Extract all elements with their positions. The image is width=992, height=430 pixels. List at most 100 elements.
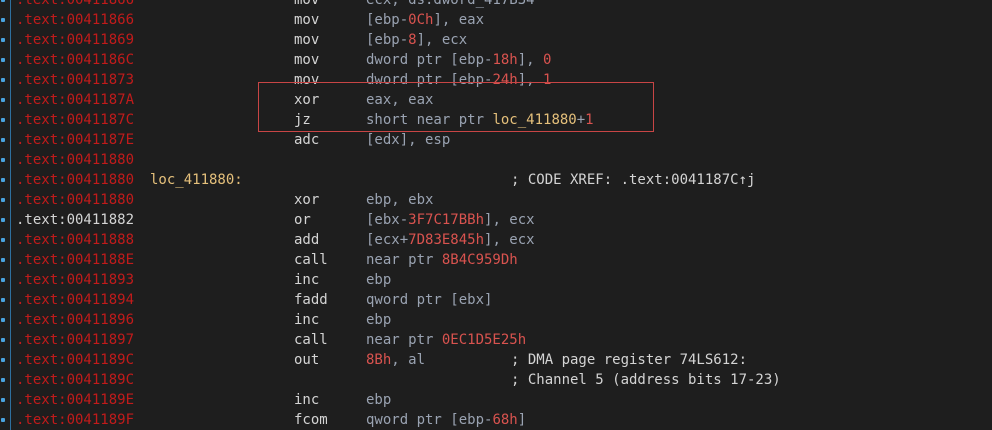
address[interactable]: .text:00411893 xyxy=(16,270,134,290)
breakpoint-dot-icon[interactable] xyxy=(1,0,5,2)
listing-row[interactable]: .text:0041189E inc ebp xyxy=(0,390,992,410)
breakpoint-dot-icon[interactable] xyxy=(1,198,5,202)
address[interactable]: .text:00411880 xyxy=(16,190,134,210)
operands[interactable]: dword ptr [ebp-24h], 1 xyxy=(366,70,551,90)
listing-row[interactable]: .text:00411869 mov [ebp-8], ecx xyxy=(0,30,992,50)
listing-row[interactable]: .text:00411866 mov ecx, ds:dword_417B34 xyxy=(0,0,992,10)
operands[interactable]: ebp xyxy=(366,270,391,290)
listing-row[interactable]: .text:0041189F fcom qword ptr [ebp-68h] xyxy=(0,410,992,430)
mnemonic[interactable]: call xyxy=(294,330,328,350)
listing-row[interactable]: .text:0041189C ; Channel 5 (address bits … xyxy=(0,370,992,390)
breakpoint-dot-icon[interactable] xyxy=(1,238,5,242)
address[interactable]: .text:0041188E xyxy=(16,250,134,270)
operands[interactable]: ebp, ebx xyxy=(366,190,433,210)
address[interactable]: .text:00411896 xyxy=(16,310,134,330)
breakpoint-dot-icon[interactable] xyxy=(1,118,5,122)
address[interactable]: .text:0041189C xyxy=(16,370,134,390)
listing-row[interactable]: .text:00411882 or [ebx-3F7C17BBh], ecx xyxy=(0,210,992,230)
listing-row[interactable]: .text:00411880 loc_411880: ; CODE XREF: .t… xyxy=(0,170,992,190)
mnemonic[interactable]: out xyxy=(294,350,319,370)
breakpoint-dot-icon[interactable] xyxy=(1,298,5,302)
listing-row[interactable]: .text:00411873 mov dword ptr [ebp-24h], 1 xyxy=(0,70,992,90)
listing-row[interactable]: .text:00411880 xor ebp, ebx xyxy=(0,190,992,210)
operands[interactable]: qword ptr [ebp-68h] xyxy=(366,410,526,430)
address[interactable]: .text:00411869 xyxy=(16,30,134,50)
listing-row[interactable]: .text:0041187E adc [edx], esp xyxy=(0,130,992,150)
mnemonic[interactable]: fadd xyxy=(294,290,328,310)
code-label[interactable]: loc_411880: xyxy=(150,170,243,190)
listing-row[interactable]: .text:0041187C jz short near ptr loc_41188… xyxy=(0,110,992,130)
breakpoint-dot-icon[interactable] xyxy=(1,278,5,282)
listing-row[interactable]: .text:00411894 fadd qword ptr [ebx] xyxy=(0,290,992,310)
operands[interactable]: eax, eax xyxy=(366,90,433,110)
operands[interactable]: [ecx+7D83E845h], ecx xyxy=(366,230,535,250)
mnemonic[interactable]: adc xyxy=(294,130,319,150)
listing-row[interactable]: .text:0041187A xor eax, eax xyxy=(0,90,992,110)
mnemonic[interactable]: fcom xyxy=(294,410,328,430)
listing-row[interactable]: .text:0041189C out 8Bh, al ; DMA page regis… xyxy=(0,350,992,370)
operands[interactable]: [ebx-3F7C17BBh], ecx xyxy=(366,210,535,230)
mnemonic[interactable]: mov xyxy=(294,70,319,90)
address[interactable]: .text:00411888 xyxy=(16,230,134,250)
address[interactable]: .text:0041187C xyxy=(16,110,134,130)
listing-row[interactable]: .text:00411896 inc ebp xyxy=(0,310,992,330)
breakpoint-dot-icon[interactable] xyxy=(1,38,5,42)
breakpoint-dot-icon[interactable] xyxy=(1,158,5,162)
operands[interactable]: ecx, ds:dword_417B34 xyxy=(366,0,535,10)
listing-row[interactable]: .text:00411880 xyxy=(0,150,992,170)
operands[interactable]: [edx], esp xyxy=(366,130,450,150)
breakpoint-dot-icon[interactable] xyxy=(1,378,5,382)
address[interactable]: .text:00411866 xyxy=(16,0,134,10)
address[interactable]: .text:00411882 xyxy=(16,210,134,230)
operands[interactable]: near ptr 8B4C959Dh xyxy=(366,250,518,270)
mnemonic[interactable]: inc xyxy=(294,390,319,410)
listing-row[interactable]: .text:00411893 inc ebp xyxy=(0,270,992,290)
mnemonic[interactable]: jz xyxy=(294,110,311,130)
address[interactable]: .text:00411880 xyxy=(16,150,134,170)
breakpoint-dot-icon[interactable] xyxy=(1,218,5,222)
operands[interactable]: ebp xyxy=(366,390,391,410)
mnemonic[interactable]: xor xyxy=(294,190,319,210)
operands[interactable]: near ptr 0EC1D5E25h xyxy=(366,330,526,350)
mnemonic[interactable]: call xyxy=(294,250,328,270)
mnemonic[interactable]: inc xyxy=(294,270,319,290)
breakpoint-dot-icon[interactable] xyxy=(1,98,5,102)
listing-row[interactable]: .text:00411888 add [ecx+7D83E845h], ecx xyxy=(0,230,992,250)
operands[interactable]: [ebp-0Ch], eax xyxy=(366,10,484,30)
mnemonic[interactable]: add xyxy=(294,230,319,250)
mnemonic[interactable]: mov xyxy=(294,30,319,50)
mnemonic[interactable]: xor xyxy=(294,90,319,110)
address[interactable]: .text:00411880 xyxy=(16,170,134,190)
operands[interactable]: qword ptr [ebx] xyxy=(366,290,492,310)
operands[interactable]: dword ptr [ebp-18h], 0 xyxy=(366,50,551,70)
mnemonic[interactable]: mov xyxy=(294,0,319,10)
operand-reference[interactable]: loc_411880 xyxy=(492,112,576,128)
address[interactable]: .text:0041187E xyxy=(16,130,134,150)
address[interactable]: .text:0041187A xyxy=(16,90,134,110)
listing-row[interactable]: .text:00411897 call near ptr 0EC1D5E25h xyxy=(0,330,992,350)
address[interactable]: .text:0041189F xyxy=(16,410,134,430)
breakpoint-dot-icon[interactable] xyxy=(1,358,5,362)
operands[interactable]: [ebp-8], ecx xyxy=(366,30,467,50)
address[interactable]: .text:0041189E xyxy=(16,390,134,410)
breakpoint-dot-icon[interactable] xyxy=(1,138,5,142)
breakpoint-dot-icon[interactable] xyxy=(1,338,5,342)
address[interactable]: .text:00411866 xyxy=(16,10,134,30)
breakpoint-dot-icon[interactable] xyxy=(1,418,5,422)
listing-row[interactable]: .text:00411866 mov [ebp-0Ch], eax xyxy=(0,10,992,30)
breakpoint-dot-icon[interactable] xyxy=(1,18,5,22)
mnemonic[interactable]: mov xyxy=(294,50,319,70)
address[interactable]: .text:0041189C xyxy=(16,350,134,370)
address[interactable]: .text:00411894 xyxy=(16,290,134,310)
listing-row[interactable]: .text:0041188E call near ptr 8B4C959Dh xyxy=(0,250,992,270)
mnemonic[interactable]: mov xyxy=(294,10,319,30)
mnemonic[interactable]: or xyxy=(294,210,311,230)
mnemonic[interactable]: inc xyxy=(294,310,319,330)
operands[interactable]: 8Bh, al xyxy=(366,350,425,370)
address[interactable]: .text:00411873 xyxy=(16,70,134,90)
address[interactable]: .text:00411897 xyxy=(16,330,134,350)
breakpoint-dot-icon[interactable] xyxy=(1,318,5,322)
operands[interactable]: ebp xyxy=(366,310,391,330)
breakpoint-dot-icon[interactable] xyxy=(1,58,5,62)
breakpoint-dot-icon[interactable] xyxy=(1,78,5,82)
